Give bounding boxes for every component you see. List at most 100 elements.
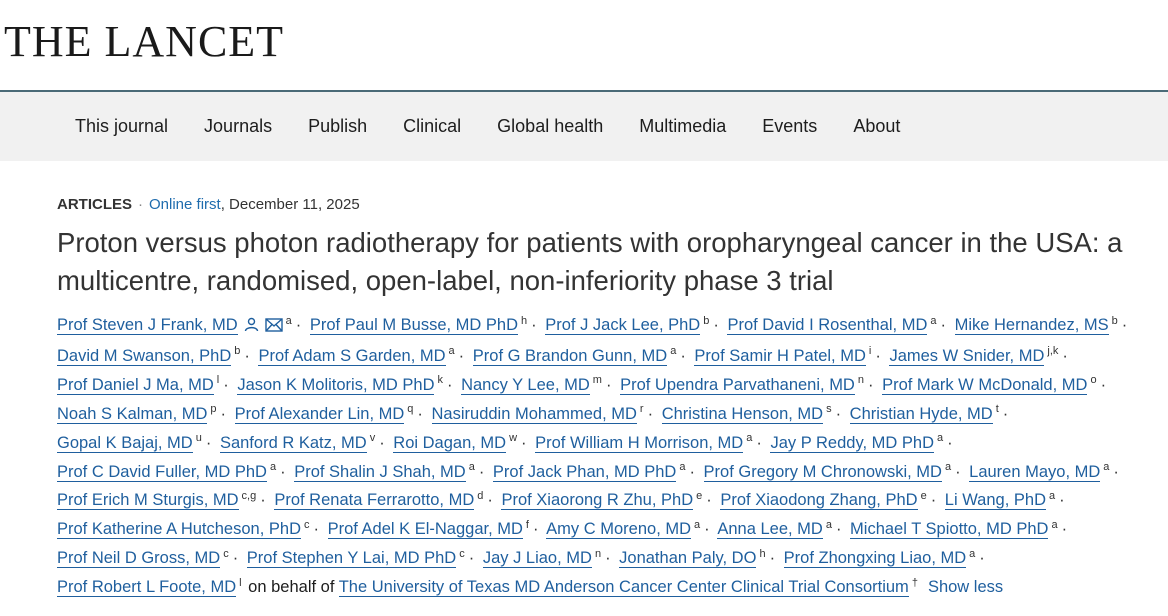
affiliation-marker[interactable]: n [595, 548, 601, 560]
affiliation-marker[interactable]: a [449, 345, 455, 357]
author-name-link[interactable]: Roi Dagan, MD [393, 433, 507, 453]
affiliation-marker[interactable]: a [826, 519, 832, 531]
author-name-link[interactable]: Prof Xiaorong R Zhu, PhD [501, 491, 694, 511]
author-name-link[interactable]: David M Swanson, PhD [57, 346, 232, 366]
nav-item-this-journal[interactable]: This journal [75, 114, 168, 138]
author-name-link[interactable]: Sanford R Katz, MD [219, 433, 367, 453]
mail-icon[interactable] [264, 313, 283, 342]
nav-item-journals[interactable]: Journals [204, 114, 272, 138]
affiliation-marker[interactable]: o [1090, 374, 1096, 386]
affiliation-marker[interactable]: l [239, 577, 241, 589]
affiliation-marker[interactable]: h [759, 548, 765, 560]
author-name-link[interactable]: Gopal K Bajaj, MD [57, 433, 193, 453]
affiliation-marker[interactable]: f [526, 519, 529, 531]
affiliation-marker[interactable]: q [407, 403, 413, 415]
affiliation-marker[interactable]: m [593, 374, 602, 386]
affiliation-marker[interactable]: k [437, 374, 443, 386]
author-name-link[interactable]: Prof Shalin J Shah, MD [294, 462, 466, 482]
affiliation-marker[interactable]: a [670, 345, 676, 357]
affiliation-marker[interactable]: b [703, 315, 709, 327]
author-name-link[interactable]: Prof Gregory M Chronowski, MD [703, 462, 942, 482]
author-name-link[interactable]: Jonathan Paly, DO [619, 549, 757, 569]
author-name-link[interactable]: Prof Mark W McDonald, MD [882, 375, 1088, 395]
author-name-link[interactable]: Prof G Brandon Gunn, MD [472, 346, 668, 366]
author-name-link[interactable]: Prof Katherine A Hutcheson, PhD [57, 520, 301, 540]
author-name-link[interactable]: Lauren Mayo, MD [969, 462, 1101, 482]
author-name-link[interactable]: Anna Lee, MD [717, 520, 823, 540]
author-name-link[interactable]: Christina Henson, MD [661, 404, 824, 424]
affiliation-marker[interactable]: n [858, 374, 864, 386]
nav-item-multimedia[interactable]: Multimedia [639, 114, 726, 138]
nav-item-global-health[interactable]: Global health [497, 114, 603, 138]
author-name-link[interactable]: Christian Hyde, MD [849, 404, 993, 424]
affiliation-marker[interactable]: a [969, 548, 975, 560]
affiliation-marker[interactable]: a [469, 461, 475, 473]
author-name-link[interactable]: Prof Zhongxing Liao, MD [783, 549, 967, 569]
online-first-link[interactable]: Online first [149, 196, 221, 213]
affiliation-marker[interactable]: a [286, 315, 292, 327]
author-name-link[interactable]: Prof Alexander Lin, MD [234, 404, 405, 424]
author-name-link[interactable]: Michael T Spiotto, MD PhD [850, 520, 1049, 540]
author-name-link[interactable]: Amy C Moreno, MD [546, 520, 692, 540]
consortium-link[interactable]: The University of Texas MD Anderson Canc… [338, 578, 909, 598]
affiliation-marker[interactable]: b [1112, 315, 1118, 327]
affiliation-marker[interactable]: j,k [1047, 345, 1058, 357]
affiliation-marker[interactable]: a [945, 461, 951, 473]
affiliation-marker[interactable]: a [746, 432, 752, 444]
author-name-link[interactable]: Prof C David Fuller, MD PhD [57, 462, 267, 482]
author-name-link[interactable]: Prof Steven J Frank, MD [57, 316, 238, 335]
author-name-link[interactable]: Prof David I Rosenthal, MD [727, 316, 928, 335]
affiliation-marker[interactable]: a [1049, 490, 1055, 502]
affiliation-marker[interactable]: c,g [242, 490, 257, 502]
affiliation-marker[interactable]: a [679, 461, 685, 473]
person-icon[interactable] [244, 313, 259, 342]
affiliation-marker[interactable]: v [370, 432, 376, 444]
affiliation-marker[interactable]: h [521, 315, 527, 327]
author-name-link[interactable]: Prof Stephen Y Lai, MD PhD [246, 549, 457, 569]
author-name-link[interactable]: Jay J Liao, MD [482, 549, 592, 569]
affiliation-marker[interactable]: u [196, 432, 202, 444]
affiliation-marker[interactable]: a [1103, 461, 1109, 473]
author-name-link[interactable]: Prof Robert L Foote, MD [57, 578, 237, 598]
author-name-link[interactable]: Prof J Jack Lee, PhD [545, 316, 701, 335]
affiliation-marker[interactable]: s [826, 403, 832, 415]
author-name-link[interactable]: Prof Xiaodong Zhang, PhD [720, 491, 918, 511]
consortium-affiliation-marker[interactable]: † [912, 577, 918, 589]
author-name-link[interactable]: Prof Samir H Patel, MD [694, 346, 866, 366]
author-name-link[interactable]: Prof Erich M Sturgis, MD [57, 491, 239, 511]
affiliation-marker[interactable]: r [640, 403, 644, 415]
author-name-link[interactable]: Nasiruddin Mohammed, MD [431, 404, 637, 424]
author-name-link[interactable]: Prof Adel K El-Naggar, MD [327, 520, 523, 540]
nav-item-events[interactable]: Events [762, 114, 817, 138]
nav-item-clinical[interactable]: Clinical [403, 114, 461, 138]
author-name-link[interactable]: Mike Hernandez, MS [954, 316, 1109, 335]
affiliation-marker[interactable]: c [304, 519, 310, 531]
author-name-link[interactable]: Prof Adam S Garden, MD [258, 346, 446, 366]
author-name-link[interactable]: Prof Daniel J Ma, MD [57, 375, 214, 395]
show-less-button[interactable]: Show less [928, 578, 1003, 596]
affiliation-marker[interactable]: a [1051, 519, 1057, 531]
affiliation-marker[interactable]: t [996, 403, 999, 415]
author-name-link[interactable]: Prof William H Morrison, MD [535, 433, 744, 453]
author-name-link[interactable]: Jason K Molitoris, MD PhD [237, 375, 435, 395]
author-name-link[interactable]: Prof Jack Phan, MD PhD [492, 462, 677, 482]
affiliation-marker[interactable]: d [477, 490, 483, 502]
affiliation-marker[interactable]: b [234, 345, 240, 357]
author-name-link[interactable]: Prof Paul M Busse, MD PhD [309, 316, 519, 335]
author-name-link[interactable]: James W Snider, MD [889, 346, 1045, 366]
author-name-link[interactable]: Jay P Reddy, MD PhD [770, 433, 934, 453]
affiliation-marker[interactable]: c [459, 548, 465, 560]
affiliation-marker[interactable]: p [210, 403, 216, 415]
affiliation-marker[interactable]: a [694, 519, 700, 531]
affiliation-marker[interactable]: a [937, 432, 943, 444]
affiliation-marker[interactable]: e [921, 490, 927, 502]
author-name-link[interactable]: Prof Renata Ferrarotto, MD [274, 491, 475, 511]
nav-item-publish[interactable]: Publish [308, 114, 367, 138]
affiliation-marker[interactable]: a [930, 315, 936, 327]
author-name-link[interactable]: Noah S Kalman, MD [57, 404, 208, 424]
author-name-link[interactable]: Prof Upendra Parvathaneni, MD [620, 375, 855, 395]
affiliation-marker[interactable]: w [509, 432, 517, 444]
author-name-link[interactable]: Li Wang, PhD [944, 491, 1046, 511]
author-name-link[interactable]: Prof Neil D Gross, MD [57, 549, 221, 569]
affiliation-marker[interactable]: e [696, 490, 702, 502]
